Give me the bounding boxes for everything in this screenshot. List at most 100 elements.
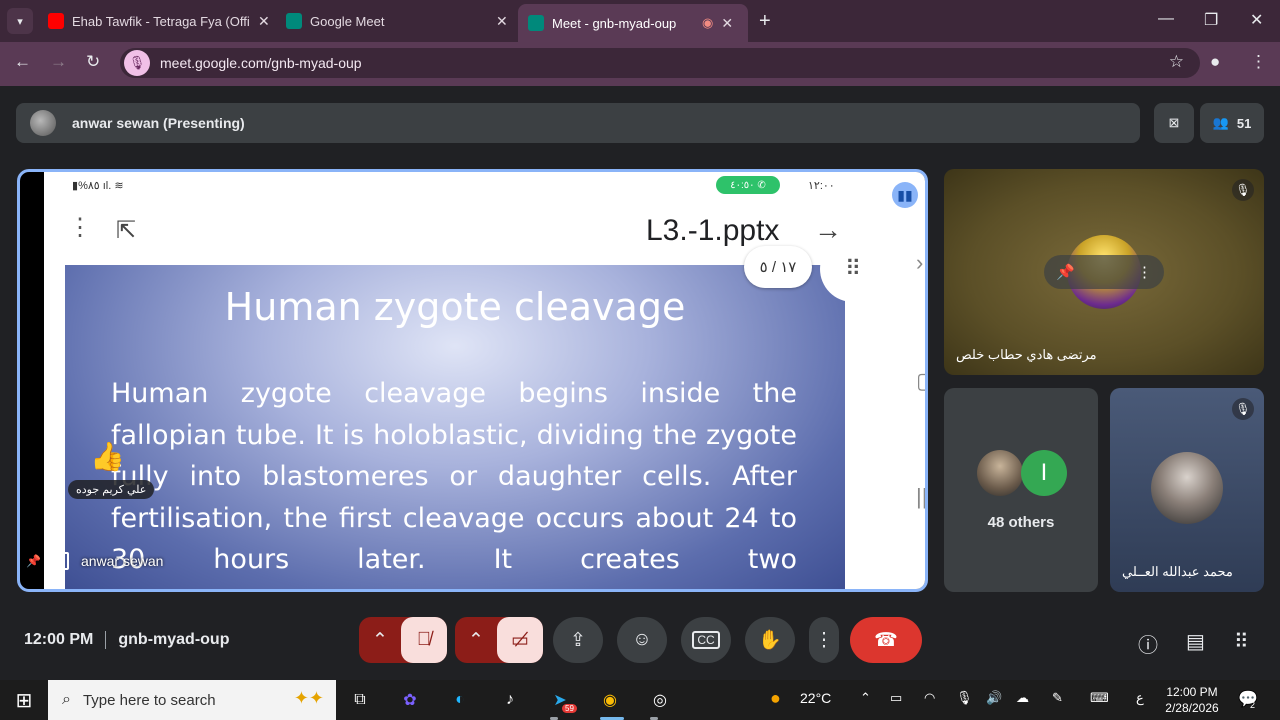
avatar-letter: I bbox=[1021, 450, 1067, 496]
reaction-sender-name: علي كريم جوده bbox=[68, 480, 155, 499]
taskbar-clock[interactable]: 12:00 PM 2/28/2026 bbox=[1156, 684, 1228, 716]
screen-share-icon bbox=[46, 552, 69, 570]
minimize-button[interactable]: — bbox=[1158, 10, 1174, 28]
tab-title: Ehab Tawfik - Tetraga Fya (Offic bbox=[72, 13, 250, 29]
mic-tray-icon[interactable]: 🎙 bbox=[956, 690, 973, 706]
weather-temp[interactable]: 22°C bbox=[800, 690, 831, 706]
raise-hand-button[interactable]: ✋ bbox=[745, 617, 795, 663]
volume-icon[interactable]: 🔊 bbox=[986, 690, 1002, 706]
participant-tile[interactable]: 📌 ⋮ 🎙 مرتضى هادي حطاب خلص bbox=[944, 169, 1264, 375]
task-view-icon[interactable]: ⧉ bbox=[348, 688, 372, 712]
chat-icon[interactable]: ▤ bbox=[1186, 629, 1205, 654]
phone-status-bar: ▮%٨٥ ıl. ≋ ٤٠:٥٠ ✆ ١٢:٠٠ bbox=[44, 172, 908, 200]
pen-icon[interactable]: ✎ bbox=[1052, 690, 1063, 706]
presenter-tag: 📌 anwar sewan bbox=[26, 552, 163, 570]
chevron-up-icon[interactable]: ⌃ bbox=[860, 690, 871, 706]
leave-call-button[interactable]: ☎ bbox=[850, 617, 922, 663]
kebab-menu-icon: ⋮ bbox=[814, 629, 834, 651]
taskbar-search[interactable]: ⌕ Type here to search ✦✦ bbox=[48, 680, 336, 720]
kebab-menu-icon[interactable]: ⋮ bbox=[1137, 263, 1152, 281]
present-screen-icon: ⇪ bbox=[570, 629, 586, 651]
back-button[interactable]: ← bbox=[14, 52, 31, 72]
open-external-icon[interactable]: ⇱ bbox=[116, 216, 136, 245]
unmute-mic-button[interactable]: 🎙̸ bbox=[401, 617, 447, 663]
youtube-icon bbox=[48, 13, 64, 29]
tab-google-meet[interactable]: Google Meet ✕ bbox=[276, 6, 518, 36]
audio-options-button[interactable]: ⌃ bbox=[359, 617, 401, 663]
profile-icon[interactable]: ● bbox=[1210, 52, 1220, 72]
hang-up-icon: ☎ bbox=[874, 629, 898, 651]
reactions-button[interactable]: ☺ bbox=[617, 617, 667, 663]
call-timer-pill: ٤٠:٥٠ ✆ bbox=[716, 176, 780, 194]
notification-count: 2 bbox=[1250, 700, 1256, 710]
more-options-button[interactable]: ⋮ bbox=[809, 617, 839, 663]
weather-sun-icon[interactable]: ● bbox=[770, 688, 781, 709]
others-tile[interactable]: I 48 others bbox=[944, 388, 1098, 592]
forward-button[interactable]: → bbox=[50, 52, 67, 72]
tab-search-button[interactable]: ▾ bbox=[7, 8, 33, 34]
keyboard-icon[interactable]: ⌨ bbox=[1090, 690, 1109, 706]
tile-hover-controls[interactable]: 📌 ⋮ bbox=[1044, 255, 1164, 289]
copilot-icon[interactable]: ✿ bbox=[398, 688, 422, 712]
url-text[interactable]: meet.google.com/gnb-myad-oup bbox=[160, 55, 362, 71]
presenter-name: anwar sewan bbox=[80, 553, 164, 569]
activities-icon[interactable]: ⠿ bbox=[1234, 629, 1249, 654]
hand-icon: ✋ bbox=[758, 630, 782, 651]
video-options-button[interactable]: ⌃ bbox=[455, 617, 497, 663]
grid-icon[interactable]: ⠿ bbox=[820, 236, 886, 302]
slide: Human zygote cleavage Human zygote cleav… bbox=[65, 265, 845, 589]
meeting-info: 12:00 PM gnb-myad-oup bbox=[24, 631, 229, 649]
captions-button[interactable]: CC bbox=[681, 617, 731, 663]
info-icon[interactable]: ⓘ bbox=[1138, 629, 1158, 658]
close-icon[interactable]: ✕ bbox=[258, 13, 270, 30]
tab-title: Google Meet bbox=[310, 13, 385, 29]
restore-button[interactable]: ❐ bbox=[1204, 10, 1218, 30]
tiktok-icon[interactable]: ♪ bbox=[498, 688, 522, 712]
wifi-icon[interactable]: ◠ bbox=[924, 690, 935, 706]
camera-control-group: ⌃ ▭̸ bbox=[455, 617, 543, 663]
pin-icon[interactable]: 📌 bbox=[1056, 263, 1075, 281]
menu-kebab-icon[interactable]: ⋮ bbox=[1250, 52, 1267, 72]
obs-icon[interactable]: ◎ bbox=[648, 688, 672, 712]
tab-youtube[interactable]: Ehab Tawfik - Tetraga Fya (Offic ✕ bbox=[38, 6, 280, 36]
windows-start-icon[interactable]: ⊞ bbox=[12, 688, 36, 712]
recording-icon: ◉ bbox=[702, 15, 714, 30]
participant-tile[interactable]: 🎙 محمد عبدالله العــلي bbox=[1110, 388, 1264, 592]
avatar bbox=[1151, 452, 1223, 524]
search-placeholder: Type here to search bbox=[82, 691, 216, 709]
close-icon[interactable]: ✕ bbox=[496, 13, 508, 30]
recent-apps-icon[interactable]: ||| bbox=[916, 484, 925, 510]
kebab-menu-icon[interactable]: ⋮ bbox=[68, 216, 92, 240]
omnibox[interactable]: 🎙 meet.google.com/gnb-myad-oup ☆ bbox=[120, 48, 1200, 78]
chrome-icon[interactable]: ◉ bbox=[598, 688, 622, 712]
battery-icon[interactable]: ▭ bbox=[890, 690, 902, 706]
chevron-right-icon[interactable]: › bbox=[916, 250, 923, 276]
captions-icon: CC bbox=[692, 631, 720, 649]
phone-nav-side: › ▢ ||| bbox=[906, 172, 925, 589]
edge-icon[interactable]: ◐ bbox=[448, 688, 472, 712]
battery-signal-status: ▮%٨٥ ıl. ≋ bbox=[72, 180, 124, 192]
close-icon[interactable]: ✕ bbox=[721, 15, 733, 32]
reload-button[interactable]: ↻ bbox=[86, 52, 100, 72]
tab-meet-active[interactable]: Meet - gnb-myad-oup ◉ ✕ bbox=[518, 4, 748, 42]
slide-body: Human zygote cleavage begins inside the … bbox=[111, 378, 797, 575]
search-highlight-icon: ✦✦ bbox=[293, 688, 324, 708]
people-icon: 👥 bbox=[1212, 115, 1229, 130]
microphone-in-use-icon[interactable]: 🎙 bbox=[124, 50, 150, 76]
camera-off-button[interactable]: ▭̸ bbox=[497, 617, 543, 663]
shared-screen: ▮%٨٥ ıl. ≋ ٤٠:٥٠ ✆ ١٢:٠٠ ⋮ ⇱ L3.-1.pptx … bbox=[44, 172, 925, 589]
page-indicator: ١٧ / ٥ bbox=[744, 246, 812, 288]
stop-presentation-view-button[interactable]: ⊠ bbox=[1154, 103, 1194, 143]
onedrive-icon[interactable]: ☁ bbox=[1016, 690, 1029, 706]
phone-clock: ١٢:٠٠ bbox=[808, 180, 835, 192]
square-icon[interactable]: ▢ bbox=[916, 368, 925, 394]
new-tab-button[interactable]: + bbox=[759, 10, 771, 33]
window-close-button[interactable]: ✕ bbox=[1250, 10, 1263, 30]
language-indicator[interactable]: ع bbox=[1136, 690, 1144, 706]
bookmark-star-icon[interactable]: ☆ bbox=[1169, 52, 1184, 72]
divider bbox=[105, 631, 107, 649]
presentation-off-icon: ⊠ bbox=[1168, 115, 1180, 130]
present-button[interactable]: ⇪ bbox=[553, 617, 603, 663]
muted-mic-icon: 🎙 bbox=[1232, 398, 1254, 420]
participants-button[interactable]: 👥 51 bbox=[1200, 103, 1264, 143]
